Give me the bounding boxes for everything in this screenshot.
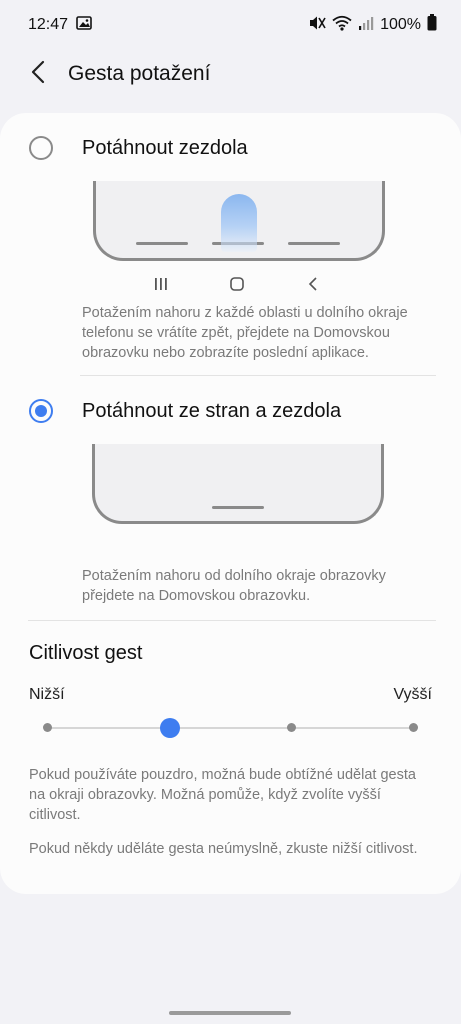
gesture-line <box>136 242 188 245</box>
divider <box>80 375 436 376</box>
sensitivity-help-text: Pokud používáte pouzdro, možná bude obtí… <box>29 767 416 823</box>
gallery-icon <box>76 15 92 35</box>
divider <box>28 620 436 621</box>
back-icon <box>298 269 328 299</box>
gesture-line <box>212 506 264 509</box>
slider-min-label: Nižší <box>29 686 65 703</box>
battery-text: 100% <box>380 16 421 33</box>
option-description: Potažením nahoru z každé oblasti u dolní… <box>82 305 408 361</box>
radio-swipe-from-sides-and-bottom[interactable] <box>29 399 53 423</box>
status-time: 12:47 <box>28 16 69 33</box>
option-label: Potáhnout ze stran a zezdola <box>82 399 342 422</box>
app-header: Gesta potažení <box>0 50 461 98</box>
slider-thumb[interactable] <box>160 718 180 738</box>
option-description: Potažením nahoru od dolního okraje obraz… <box>82 568 386 604</box>
home-indicator[interactable] <box>169 1011 291 1015</box>
slider-step[interactable] <box>43 723 52 732</box>
option-swipe-from-sides-and-bottom[interactable]: Potáhnout ze stran a zezdola <box>0 386 461 436</box>
option-swipe-from-bottom[interactable]: Potáhnout zezdola <box>0 123 461 173</box>
back-button[interactable] <box>8 52 68 96</box>
status-bar: 12:47 100% <box>0 0 461 50</box>
gesture-line <box>288 242 340 245</box>
settings-card: Potáhnout zezdola Potažením nahoru z kaž… <box>0 113 461 894</box>
signal-icon <box>358 15 374 36</box>
home-icon <box>222 269 252 299</box>
section-title: Citlivost gest <box>29 642 143 664</box>
swipe-gesture-highlight <box>221 194 257 252</box>
radio-swipe-from-bottom[interactable] <box>29 136 53 160</box>
illustration-side-gestures <box>92 444 384 524</box>
back-arrow-icon <box>31 60 45 89</box>
slider-step[interactable] <box>409 723 418 732</box>
navigation-icons <box>0 269 461 299</box>
slider-step[interactable] <box>287 723 296 732</box>
option-label: Potáhnout zezdola <box>82 136 248 159</box>
battery-icon <box>427 14 437 36</box>
slider-track[interactable] <box>47 727 413 729</box>
slider-max-label: Vyšší <box>393 686 432 703</box>
illustration-bottom-gestures <box>93 181 385 261</box>
sensitivity-help-text: Pokud někdy uděláte gesta neúmyslně, zku… <box>29 841 418 857</box>
page-title: Gesta potažení <box>68 62 211 85</box>
recents-icon <box>146 269 176 299</box>
wifi-icon <box>332 15 352 36</box>
mute-icon <box>308 15 326 36</box>
